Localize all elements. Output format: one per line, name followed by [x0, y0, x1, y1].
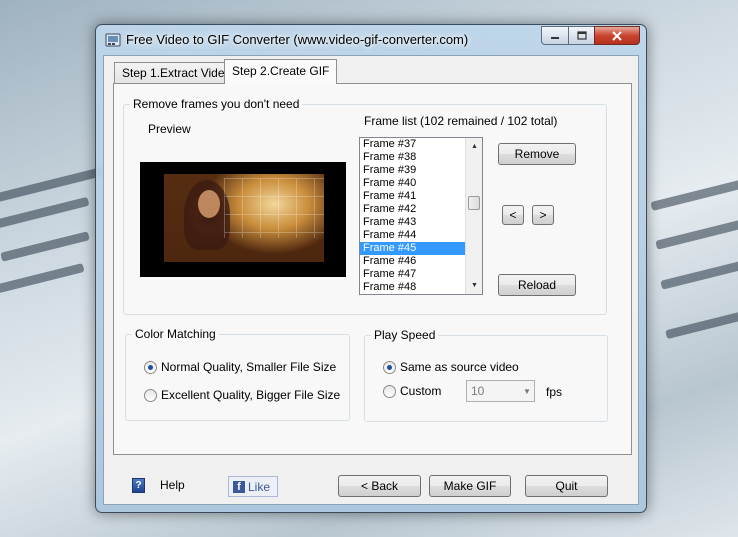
- minimize-icon: [551, 36, 559, 39]
- list-item[interactable]: Frame #41: [360, 190, 465, 203]
- fps-select[interactable]: 10 ▼: [466, 380, 535, 402]
- next-frame-button[interactable]: >: [532, 205, 554, 225]
- list-item[interactable]: Frame #37: [360, 138, 465, 151]
- list-item[interactable]: Frame #40: [360, 177, 465, 190]
- tab-extract-video[interactable]: Step 1.Extract Video: [114, 62, 240, 84]
- list-item[interactable]: Frame #38: [360, 151, 465, 164]
- facebook-icon: f: [233, 480, 245, 493]
- list-item[interactable]: Frame #39: [360, 164, 465, 177]
- like-label: Like: [248, 479, 271, 494]
- excellent-quality-label: Excellent Quality, Bigger File Size: [161, 388, 341, 402]
- color-matching-label: Color Matching: [132, 327, 219, 341]
- facebook-like-button[interactable]: f Like: [228, 476, 278, 497]
- scroll-thumb[interactable]: [468, 196, 480, 210]
- back-button[interactable]: < Back: [338, 475, 421, 497]
- same-as-source-label: Same as source video: [400, 360, 519, 374]
- remove-button[interactable]: Remove: [498, 143, 576, 165]
- help-link[interactable]: Help: [160, 478, 185, 492]
- list-item[interactable]: Frame #48: [360, 281, 465, 294]
- frame-list[interactable]: Frame #37 Frame #38 Frame #39 Frame #40 …: [359, 137, 483, 295]
- list-item[interactable]: Frame #42: [360, 203, 465, 216]
- help-icon[interactable]: ?: [132, 478, 145, 493]
- minimize-button[interactable]: [541, 26, 568, 45]
- preview-grid: [224, 178, 324, 238]
- radio-unselected-icon: [144, 388, 157, 402]
- radio-selected-icon: [144, 360, 157, 374]
- make-gif-button[interactable]: Make GIF: [429, 475, 511, 497]
- quit-button[interactable]: Quit: [525, 475, 608, 497]
- radio-unselected-icon: [383, 384, 396, 398]
- maximize-button[interactable]: [568, 26, 594, 45]
- list-item[interactable]: Frame #43: [360, 216, 465, 229]
- list-item-selected[interactable]: Frame #45: [360, 242, 465, 255]
- maximize-icon: [576, 31, 587, 40]
- list-item[interactable]: Frame #46: [360, 255, 465, 268]
- custom-speed-radio[interactable]: Custom: [383, 384, 441, 398]
- list-item[interactable]: Frame #47: [360, 268, 465, 281]
- same-as-source-radio[interactable]: Same as source video: [383, 360, 519, 374]
- normal-quality-label: Normal Quality, Smaller File Size: [161, 360, 337, 374]
- prev-frame-button[interactable]: <: [502, 205, 524, 225]
- app-icon: [105, 33, 121, 47]
- reload-button[interactable]: Reload: [498, 274, 576, 296]
- close-button[interactable]: [594, 26, 640, 45]
- list-item[interactable]: Frame #44: [360, 229, 465, 242]
- remove-frames-label: Remove frames you don't need: [130, 97, 303, 111]
- preview-face: [198, 190, 220, 218]
- frame-list-scrollbar[interactable]: ▲ ▼: [465, 138, 482, 294]
- fps-unit-label: fps: [546, 385, 563, 399]
- preview-label: Preview: [148, 122, 191, 136]
- play-speed-group: Play Speed Same as source video Custom 1…: [364, 328, 608, 422]
- remove-frames-group: Remove frames you don't need Preview Fra…: [123, 97, 607, 315]
- fps-value: 10: [471, 384, 485, 398]
- scroll-up-arrow-icon[interactable]: ▲: [466, 138, 482, 155]
- window-title: Free Video to GIF Converter (www.video-g…: [126, 32, 469, 47]
- client-area: Step 1.Extract Video Step 2.Create GIF R…: [103, 55, 639, 505]
- frame-preview: [140, 162, 346, 277]
- preview-image: [164, 174, 324, 262]
- tab-create-gif[interactable]: Step 2.Create GIF: [224, 59, 338, 84]
- app-window: Free Video to GIF Converter (www.video-g…: [95, 24, 647, 513]
- chevron-down-icon: ▼: [523, 386, 531, 396]
- excellent-quality-radio[interactable]: Excellent Quality, Bigger File Size: [144, 388, 340, 402]
- create-gif-panel: Remove frames you don't need Preview Fra…: [113, 83, 632, 455]
- normal-quality-radio[interactable]: Normal Quality, Smaller File Size: [144, 360, 336, 374]
- color-matching-group: Color Matching Normal Quality, Smaller F…: [125, 327, 350, 421]
- close-icon: [612, 30, 622, 41]
- frame-list-label: Frame list (102 remained / 102 total): [364, 114, 558, 128]
- caption-buttons: [541, 26, 640, 45]
- scroll-down-arrow-icon[interactable]: ▼: [466, 277, 482, 294]
- radio-selected-icon: [383, 360, 396, 374]
- play-speed-label: Play Speed: [371, 328, 439, 342]
- custom-speed-label: Custom: [400, 384, 442, 398]
- frame-list-items: Frame #37 Frame #38 Frame #39 Frame #40 …: [360, 138, 465, 294]
